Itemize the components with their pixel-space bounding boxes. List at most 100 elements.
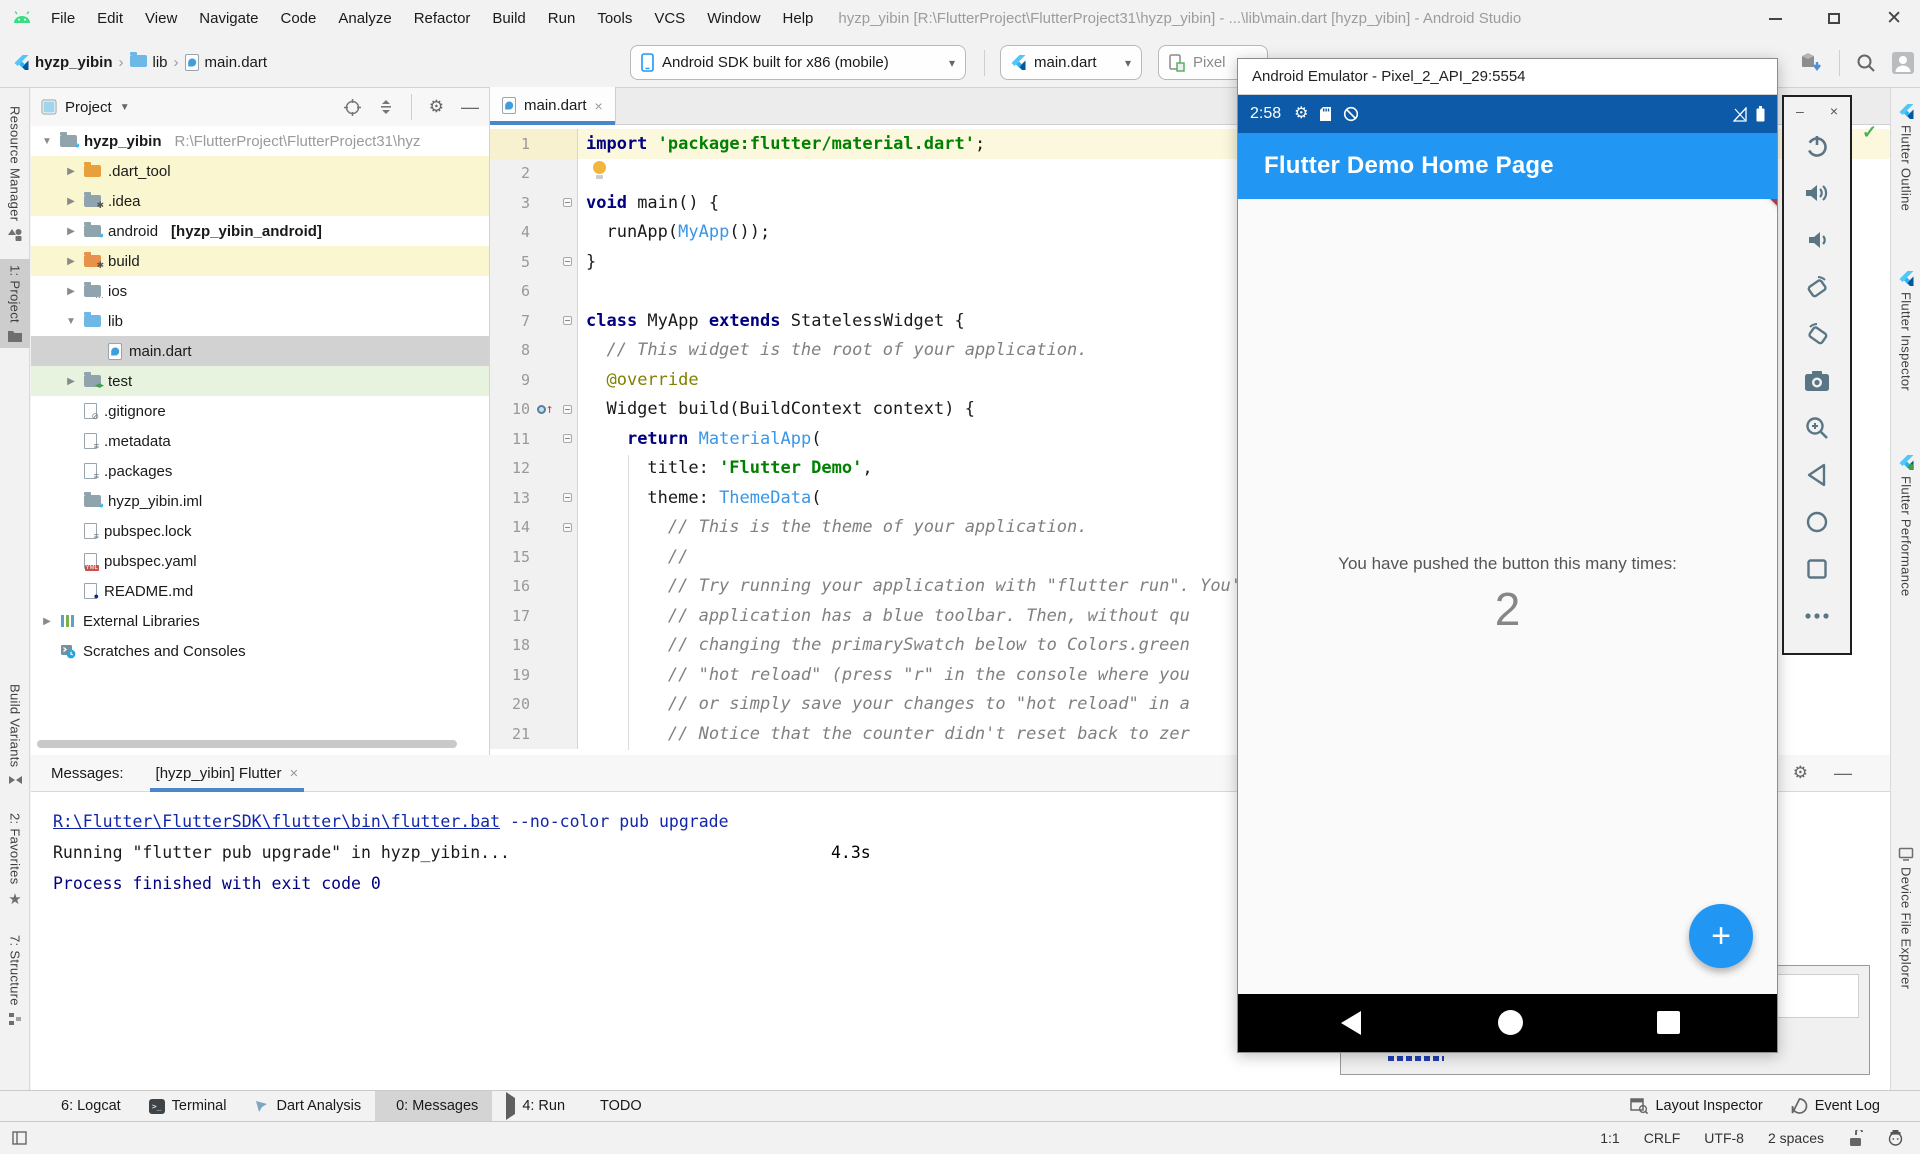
- horizontal-scrollbar[interactable]: [37, 740, 457, 748]
- tree-item-main-dart[interactable]: main.dart: [31, 336, 489, 366]
- fold-marker-icon[interactable]: [560, 257, 574, 266]
- tree-right-arrow-icon[interactable]: ▶: [65, 286, 77, 297]
- search-icon[interactable]: [1856, 53, 1876, 73]
- locate-file-icon[interactable]: [344, 99, 361, 116]
- tab-main-dart[interactable]: main.dart ×: [490, 87, 616, 124]
- breadcrumb-hyzp_yibin[interactable]: hyzp_yibin: [14, 54, 113, 71]
- fold-marker-icon[interactable]: [560, 198, 574, 207]
- fold-marker-icon[interactable]: [560, 434, 574, 443]
- collapse-all-icon[interactable]: [378, 99, 394, 115]
- menu-item-build[interactable]: Build: [481, 10, 536, 27]
- chevron-down-icon[interactable]: ▼: [120, 102, 130, 113]
- zoom-icon[interactable]: [1800, 411, 1834, 445]
- tree-item-build[interactable]: ▶✱build: [31, 246, 489, 276]
- stripe-item-flutter-performance[interactable]: Flutter Performance: [1891, 449, 1920, 603]
- tree-item-hyzp_yibin[interactable]: ▼◕hyzp_yibinR:\FlutterProject\FlutterPro…: [31, 126, 489, 156]
- tree-item-pubspec-yaml[interactable]: YMLpubspec.yaml: [31, 546, 489, 576]
- volume-down-icon[interactable]: [1800, 223, 1834, 257]
- console-link[interactable]: R:\Flutter\FlutterSDK\flutter\bin\flutte…: [53, 812, 500, 831]
- breadcrumb-main-dart[interactable]: main.dart: [185, 54, 268, 71]
- tab-close-icon[interactable]: ×: [595, 98, 603, 114]
- tree-right-arrow-icon[interactable]: ▶: [65, 196, 77, 207]
- tree-item--idea[interactable]: ▶✱.idea: [31, 186, 489, 216]
- tree-item-pubspec-lock[interactable]: ≡pubspec.lock: [31, 516, 489, 546]
- hide-panel-icon[interactable]: —: [1834, 763, 1852, 784]
- toolwindow-button-0-messages[interactable]: 0: Messages: [375, 1091, 492, 1121]
- menu-item-edit[interactable]: Edit: [86, 10, 134, 27]
- tab-close-icon[interactable]: ×: [289, 765, 298, 782]
- settings-gear-icon[interactable]: ⚙: [429, 97, 444, 117]
- stripe-item-build-variants[interactable]: Build Variants: [0, 678, 30, 792]
- tree-right-arrow-icon[interactable]: ▶: [65, 166, 77, 177]
- status-utf-8[interactable]: UTF-8: [1704, 1130, 1744, 1146]
- overview-icon[interactable]: [1657, 1011, 1680, 1034]
- toolwindow-button-4-run[interactable]: 4: Run: [492, 1091, 579, 1121]
- menu-item-vcs[interactable]: VCS: [643, 10, 696, 27]
- fold-marker-icon[interactable]: [560, 523, 574, 532]
- sdk-manager-icon[interactable]: [1799, 52, 1823, 74]
- fab-add-button[interactable]: +: [1689, 904, 1753, 968]
- fold-marker-icon[interactable]: [560, 316, 574, 325]
- stripe-item-2-favorites[interactable]: 2: Favorites★: [0, 807, 30, 916]
- close-icon[interactable]: ×: [1830, 103, 1838, 119]
- menu-item-analyze[interactable]: Analyze: [327, 10, 402, 27]
- menu-item-run[interactable]: Run: [537, 10, 587, 27]
- tree-item-ios[interactable]: ▶…ios: [31, 276, 489, 306]
- tree-item--dart_tool[interactable]: ▶.dart_tool: [31, 156, 489, 186]
- fold-marker-icon[interactable]: [560, 493, 574, 502]
- stripe-item-resource-manager[interactable]: Resource Manager: [0, 100, 30, 249]
- stripe-item-flutter-inspector[interactable]: Flutter Inspector: [1891, 265, 1920, 397]
- emulator-screen[interactable]: DEBUG 2:58 ⚙ Flutter Demo Home Page You …: [1238, 95, 1777, 1052]
- stripe-item-1-project[interactable]: 1: Project: [0, 259, 30, 348]
- menu-item-refactor[interactable]: Refactor: [403, 10, 482, 27]
- home-icon[interactable]: [1498, 1010, 1523, 1035]
- hide-panel-icon[interactable]: —: [461, 97, 479, 118]
- tree-right-arrow-icon[interactable]: ▶: [65, 256, 77, 267]
- rotate-right-icon[interactable]: [1800, 317, 1834, 351]
- tree-right-arrow-icon[interactable]: ▶: [65, 226, 77, 237]
- tree-item--metadata[interactable]: ≡.metadata: [31, 426, 489, 456]
- minimize-icon[interactable]: –: [1796, 103, 1804, 119]
- device-selector-dropdown[interactable]: Android SDK built for x86 (mobile) ▾: [630, 45, 966, 80]
- profile-icon[interactable]: [1892, 52, 1914, 74]
- volume-up-icon[interactable]: [1800, 176, 1834, 210]
- toolwindow-button-todo[interactable]: TODO: [579, 1091, 656, 1121]
- back-icon[interactable]: [1341, 1011, 1361, 1035]
- toolwindow-button-event-log[interactable]: Event Log: [1777, 1091, 1894, 1121]
- window-maximize-button[interactable]: [1828, 13, 1840, 24]
- menu-item-navigate[interactable]: Navigate: [188, 10, 269, 27]
- tree-item--gitignore[interactable]: ⊘.gitignore: [31, 396, 489, 426]
- back-icon[interactable]: [1800, 458, 1834, 492]
- tree-item-android[interactable]: ▶◕android[hyzp_yibin_android]: [31, 216, 489, 246]
- status-crlf[interactable]: CRLF: [1644, 1130, 1681, 1146]
- power-icon[interactable]: [1800, 129, 1834, 163]
- menu-item-window[interactable]: Window: [696, 10, 771, 27]
- menu-item-code[interactable]: Code: [269, 10, 327, 27]
- window-close-button[interactable]: ✕: [1886, 9, 1902, 28]
- tree-down-arrow-icon[interactable]: ▼: [65, 316, 77, 327]
- status-2-spaces[interactable]: 2 spaces: [1768, 1130, 1824, 1146]
- menu-item-file[interactable]: File: [40, 10, 86, 27]
- messages-flutter-tab[interactable]: [hyzp_yibin] Flutter ×: [150, 755, 305, 792]
- stripe-item-flutter-outline[interactable]: Flutter Outline: [1891, 98, 1920, 217]
- tree-item--packages[interactable]: ≡.packages: [31, 456, 489, 486]
- more-icon[interactable]: [1800, 599, 1834, 633]
- run-config-dropdown[interactable]: main.dart ▾: [1000, 45, 1142, 80]
- tree-item-readme-md[interactable]: ●README.md: [31, 576, 489, 606]
- toolwindow-button-6-logcat[interactable]: 6: Logcat: [40, 1091, 135, 1121]
- tree-right-arrow-icon[interactable]: ▶: [65, 376, 77, 387]
- toolwindow-button-layout-inspector[interactable]: Layout Inspector: [1616, 1091, 1776, 1121]
- screenshot-icon[interactable]: [1800, 364, 1834, 398]
- tree-right-arrow-icon[interactable]: ▶: [41, 616, 53, 627]
- menu-item-view[interactable]: View: [134, 10, 188, 27]
- menu-item-help[interactable]: Help: [772, 10, 825, 27]
- emulator-title-bar[interactable]: Android Emulator - Pixel_2_API_29:5554: [1238, 59, 1777, 95]
- settings-gear-icon[interactable]: ⚙: [1793, 763, 1808, 783]
- stripe-item-7-structure[interactable]: 7: Structure: [0, 929, 30, 1031]
- fold-marker-icon[interactable]: [560, 405, 574, 414]
- overview-icon[interactable]: [1800, 552, 1834, 586]
- toolwindow-button-dart-analysis[interactable]: Dart Analysis: [240, 1091, 375, 1121]
- rotate-left-icon[interactable]: [1800, 270, 1834, 304]
- tree-item-external-libraries[interactable]: ▶External Libraries: [31, 606, 489, 636]
- breadcrumb[interactable]: hyzp_yibin›lib›main.dart: [14, 37, 267, 87]
